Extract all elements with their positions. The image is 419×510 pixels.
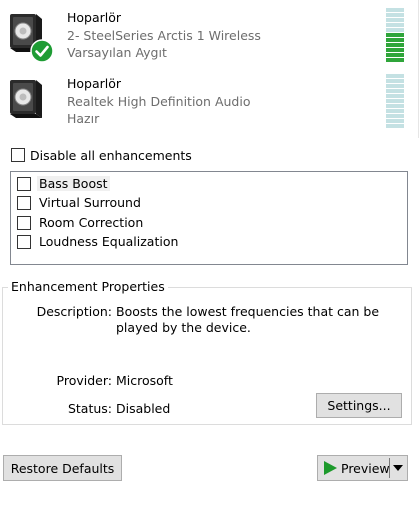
level-meter-segment (386, 94, 404, 98)
disable-all-checkbox[interactable] (11, 148, 25, 162)
device-name: Hoparlör (67, 10, 122, 25)
provider-label: Provider: (56, 373, 112, 388)
provider-value: Microsoft (116, 373, 173, 388)
level-meter-segment (386, 58, 404, 62)
level-meter (386, 8, 404, 63)
enhancement-checkbox[interactable] (17, 177, 31, 191)
level-meter-segment (386, 114, 404, 118)
disable-all-label: Disable all enhancements (30, 148, 192, 163)
description-label: Description: (36, 304, 112, 319)
level-meter-segment (386, 79, 404, 83)
device-description: Realtek High Definition Audio (67, 94, 251, 109)
restore-defaults-button[interactable]: Restore Defaults (3, 455, 122, 481)
preview-label: Preview (341, 461, 390, 476)
level-meter-segment (386, 84, 404, 88)
level-meter-segment (386, 99, 404, 103)
device-status: Hazır (67, 111, 100, 126)
speaker-icon (10, 80, 42, 118)
split-divider (389, 458, 390, 478)
device-name: Hoparlör (67, 76, 122, 91)
chevron-down-icon[interactable] (393, 464, 403, 472)
settings-button[interactable]: Settings... (316, 393, 402, 418)
level-meter-segment (386, 23, 404, 27)
level-meter-segment (386, 13, 404, 17)
enhancement-checkbox[interactable] (17, 216, 31, 230)
level-meter-segment (386, 109, 404, 113)
level-meter-segment (386, 48, 404, 52)
device-description: 2- SteelSeries Arctis 1 Wireless (67, 28, 261, 43)
level-meter-segment (386, 89, 404, 93)
device-item-steelseries[interactable]: Hoparlör 2- SteelSeries Arctis 1 Wireles… (0, 6, 410, 68)
enhancement-checkbox[interactable] (17, 196, 31, 210)
level-meter-segment (386, 33, 404, 37)
level-meter-segment (386, 119, 404, 123)
group-title: Enhancement Properties (8, 279, 168, 294)
device-item-realtek[interactable]: Hoparlör Realtek High Definition Audio H… (0, 72, 410, 134)
level-meter-segment (386, 38, 404, 42)
play-icon (324, 461, 337, 475)
enhancement-label: Virtual Surround (39, 195, 141, 210)
level-meter-segment (386, 8, 404, 12)
enhancement-list: Bass Boost Virtual Surround Room Correct… (10, 171, 408, 265)
preview-button[interactable]: Preview (317, 455, 408, 481)
device-status: Varsayılan Aygıt (67, 45, 167, 60)
level-meter (386, 74, 404, 129)
level-meter-segment (386, 124, 404, 128)
enhancement-checkbox[interactable] (17, 235, 31, 249)
enhancement-label: Loudness Equalization (39, 234, 179, 249)
level-meter-segment (386, 28, 404, 32)
device-list: Hoparlör 2- SteelSeries Arctis 1 Wireles… (0, 0, 419, 138)
enhancement-label: Bass Boost (37, 176, 110, 191)
level-meter-segment (386, 18, 404, 22)
status-label: Status: (67, 401, 112, 416)
level-meter-segment (386, 43, 404, 47)
status-value: Disabled (116, 401, 171, 416)
level-meter-segment (386, 53, 404, 57)
level-meter-segment (386, 74, 404, 78)
description-value: Boosts the lowest frequencies that can b… (116, 304, 380, 335)
level-meter-segment (386, 104, 404, 108)
check-badge-icon (30, 39, 54, 63)
enhancement-label: Room Correction (39, 215, 144, 230)
